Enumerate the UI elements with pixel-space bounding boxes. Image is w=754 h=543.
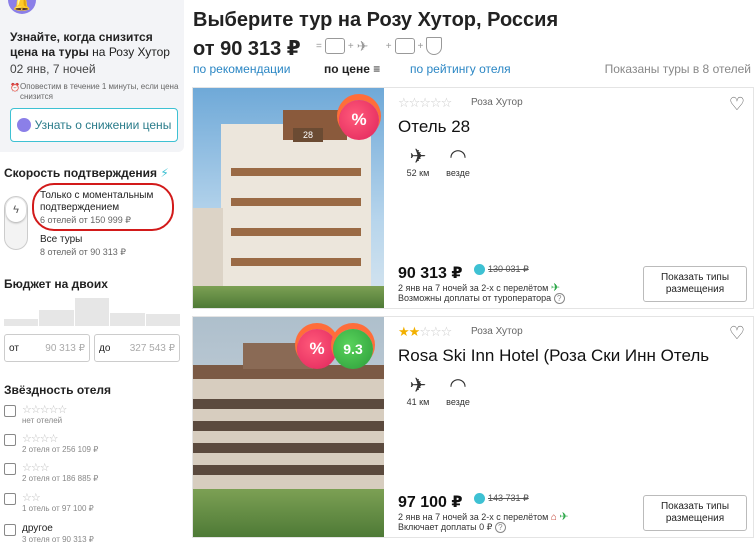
lightning-icon: ⚡ <box>160 166 169 180</box>
sort-by-recommendation[interactable]: по рекомендации <box>193 62 290 76</box>
show-room-types-button[interactable]: Показать типы размещения <box>643 495 747 531</box>
flight-included-icon: ✈ <box>559 511 569 523</box>
hotel-stars: ★★☆☆☆ <box>398 324 452 339</box>
budget-histogram <box>4 296 180 326</box>
rating-badge: 9.3 <box>333 329 373 369</box>
checkbox[interactable] <box>4 405 16 417</box>
discount-tag-icon <box>474 264 485 275</box>
hotel-photo[interactable]: % 9.3 <box>193 317 384 537</box>
tour-price: 97 100 ₽ <box>398 494 463 511</box>
checkbox[interactable] <box>4 493 16 505</box>
sort-bar: по рекомендации по цене ≡ по рейтингу от… <box>193 62 754 76</box>
sort-desc-icon: ≡ <box>373 62 381 76</box>
building-sign: 28 <box>293 128 323 142</box>
price-alert-dates: 02 янв, 7 ночей <box>10 62 96 76</box>
surcharge-info: Включает доплаты 0 ₽ ? <box>398 522 506 533</box>
checkbox[interactable] <box>4 434 16 446</box>
budget-to-input[interactable]: до 327 543 ₽ <box>94 334 180 362</box>
tour-price: 90 313 ₽ <box>398 265 463 282</box>
hotel-stars: ☆☆☆☆☆ <box>398 95 452 110</box>
hotel-card[interactable]: 28 % ☆☆☆☆☆ Роза Хутор ♡ Отель 28 ✈ 52 км… <box>192 87 754 309</box>
lightning-toggle-icon: ϟ <box>6 198 26 222</box>
hotel-card[interactable]: % 9.3 ★★☆☆☆ Роза Хутор ♡ Rosa Ski Inn Ho… <box>192 316 754 538</box>
star-rating-icon: ☆☆☆ <box>22 462 50 474</box>
insurance-shield-icon <box>426 37 443 55</box>
discount-tag-icon <box>474 493 485 504</box>
discount-badge: % <box>297 329 337 369</box>
favorite-heart-icon[interactable]: ♡ <box>729 94 745 115</box>
surcharge-info: Возможны доплаты от туроператора ? <box>398 293 565 304</box>
histogram-bar <box>39 309 74 326</box>
star-rating-icon: ☆☆☆☆☆ <box>22 404 67 416</box>
highlight-oval <box>32 183 174 231</box>
hotel-photo[interactable]: 28 % <box>193 88 384 308</box>
option-all-tours[interactable]: Все туры 8 отелей от 90 313 ₽ <box>40 234 126 258</box>
hotel-resort: Роза Хутор <box>471 97 523 108</box>
favorite-heart-icon[interactable]: ♡ <box>729 323 745 344</box>
hotel-name[interactable]: Rosa Ski Inn Hotel (Роза Ски Инн Отель <box>398 346 748 366</box>
sort-by-rating[interactable]: по рейтингу отеля <box>410 62 511 76</box>
histogram-bar <box>145 314 180 326</box>
price-alert-note: ⏰ Оповестим в течение 1 минуты, если цен… <box>10 82 179 101</box>
wifi-icon: ◠ <box>449 146 467 168</box>
checkbox[interactable] <box>4 524 16 536</box>
old-price: 143 731 ₽ <box>474 493 529 504</box>
wifi-info: ◠ везде <box>433 146 483 178</box>
house-icon: ⌂ <box>550 512 557 523</box>
histogram-bar <box>4 318 39 326</box>
price-alert-title: Узнайте, когда снизится цена на туры на … <box>10 30 170 59</box>
checkbox[interactable] <box>4 463 16 475</box>
show-room-types-button[interactable]: Показать типы размещения <box>643 266 747 302</box>
min-price: от 90 313 ₽ <box>193 38 301 60</box>
histogram-bar <box>110 312 145 326</box>
results-count: Показаны туры в 8 отелей <box>604 62 751 76</box>
hotel-resort: Роза Хутор <box>471 326 523 337</box>
alarm-icon: ⏰ <box>10 83 20 92</box>
wifi-icon: ◠ <box>449 375 467 397</box>
hotel-stars-title: Звёздность отеля <box>4 383 112 397</box>
tour-includes: = + ✈ + + <box>316 36 443 56</box>
hotel-name[interactable]: Отель 28 <box>398 117 748 137</box>
histogram-bar <box>74 297 110 326</box>
price-alert-card: 🔔 Узнайте, когда снизится цена на туры н… <box>0 0 184 152</box>
confirmation-toggle[interactable]: ϟ <box>4 196 28 250</box>
page-title: Выберите тур на Розу Хутор, Россия <box>193 9 559 31</box>
budget-from-input[interactable]: от 90 313 ₽ <box>4 334 90 362</box>
filters-sidebar: 🔔 Узнайте, когда снизится цена на туры н… <box>0 0 184 543</box>
help-icon[interactable]: ? <box>553 293 565 304</box>
price-alert-button[interactable]: Узнать о снижении цены <box>10 108 178 142</box>
confirmation-speed-title: Скорость подтверждения ⚡ <box>4 166 169 180</box>
discount-badge: % <box>339 100 379 140</box>
star-rating-icon: ☆☆ <box>22 492 41 504</box>
star-rating-icon: ☆☆☆☆ <box>22 433 58 445</box>
wifi-info: ◠ везде <box>433 375 483 407</box>
bell-icon: 🔔 <box>8 0 36 14</box>
budget-title: Бюджет на двоих <box>4 277 108 291</box>
help-icon[interactable]: ? <box>494 522 506 533</box>
hotel-icon <box>324 38 345 54</box>
price-drop-icon <box>16 118 31 132</box>
old-price: 130 031 ₽ <box>474 264 529 275</box>
flight-icon: ✈ <box>356 38 369 54</box>
transfer-bus-icon <box>394 38 415 54</box>
sort-by-price[interactable]: по цене ≡ <box>324 62 380 76</box>
